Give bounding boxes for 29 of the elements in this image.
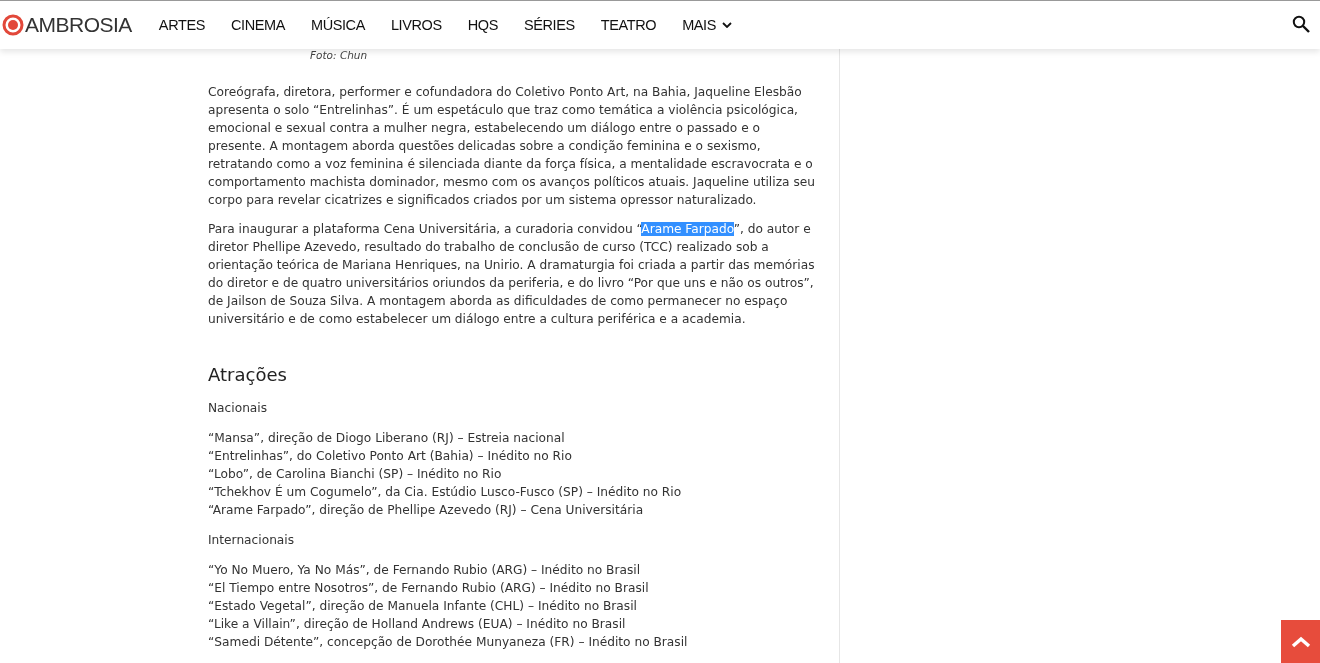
article-paragraph: Coreógrafa, diretora, performer e cofundadora do Coletivo Ponto Art, na Bahia, Jaqueline Elesbão apresenta o solo “Entrelinhas”. É um espetáculo que traz como temática a violência psicológica, emocional e sexual contra a mulher negra, estabelecendo um diálogo entre o passado e o presente. A montagem aborda questões delicadas sobre a condição feminina e o sexismo, retratando como a voz feminina é silenciada diante da força física, a mentalidade escravocrata e o comportamento machista dominador, mesmo com os avanços políticos atuais. Jaqueline utiliza seu corpo para revelar cicatrizes e significados criados por um sistema opressor naturalizado. xyxy=(208,84,816,209)
group-title: Internacionais xyxy=(208,533,296,547)
logo-text: AMBROSIA xyxy=(25,13,132,37)
attraction-line: “Estado Vegetal”, direção de Manuela Infante (CHL) – Inédito no Brasil xyxy=(208,598,638,615)
section-heading: Atrações xyxy=(208,364,288,385)
attraction-line: “Like a Villain”, direção de Holland Andrews (EUA) – Inédito no Brasil xyxy=(208,616,627,633)
site-logo[interactable]: AMBROSIA xyxy=(2,13,132,37)
attraction-line: “Arame Farpado”, direção de Phellipe Azevedo (RJ) – Cena Universitária xyxy=(208,502,645,519)
nav-link[interactable]: CINEMA xyxy=(230,17,285,33)
nav-link[interactable]: HQS xyxy=(467,17,498,33)
attraction-line: “Tchekhov É um Cogumelo”, da Cia. Estúdio Lusco-Fusco (SP) – Inédito no Rio xyxy=(208,483,683,501)
group-title: Nacionais xyxy=(208,401,269,415)
nav-link[interactable]: SÉRIES xyxy=(524,17,575,33)
attraction-line: “Yo No Muero, Ya No Más”, de Fernando Rubio (ARG) – Inédito no Brasil xyxy=(208,562,642,579)
logo-icon xyxy=(2,14,24,36)
attraction-line: “Lobo”, de Carolina Bianchi (SP) – Inédito no Rio xyxy=(208,466,503,483)
nav-link[interactable]: MAIS xyxy=(682,17,732,33)
back-to-top-button[interactable] xyxy=(1281,620,1320,663)
attraction-line: “Entrelinhas”, do Coletivo Ponto Art (Bahia) – Inédito no Rio xyxy=(208,448,573,465)
photo-caption: Foto: Chun xyxy=(310,49,369,63)
nav-link[interactable]: MÚSICA xyxy=(310,17,365,33)
nav-link[interactable]: LIVROS xyxy=(390,17,442,33)
search-icon[interactable] xyxy=(1292,15,1310,33)
nav-link[interactable]: TEATRO xyxy=(600,17,657,33)
attraction-line: “El Tiempo entre Nosotros”, de Fernando Rubio (ARG) – Inédito no Brasil xyxy=(208,580,650,597)
attraction-line: “Samedi Détente”, concepção de Dorothée Munyaneza (FR) – Inédito no Brasil xyxy=(208,634,689,651)
attraction-line: “Mansa”, direção de Diogo Liberano (RJ) – Estreia nacional xyxy=(208,430,566,447)
nav-link[interactable]: ARTES xyxy=(158,17,205,33)
chevron-up-icon xyxy=(1290,635,1311,648)
